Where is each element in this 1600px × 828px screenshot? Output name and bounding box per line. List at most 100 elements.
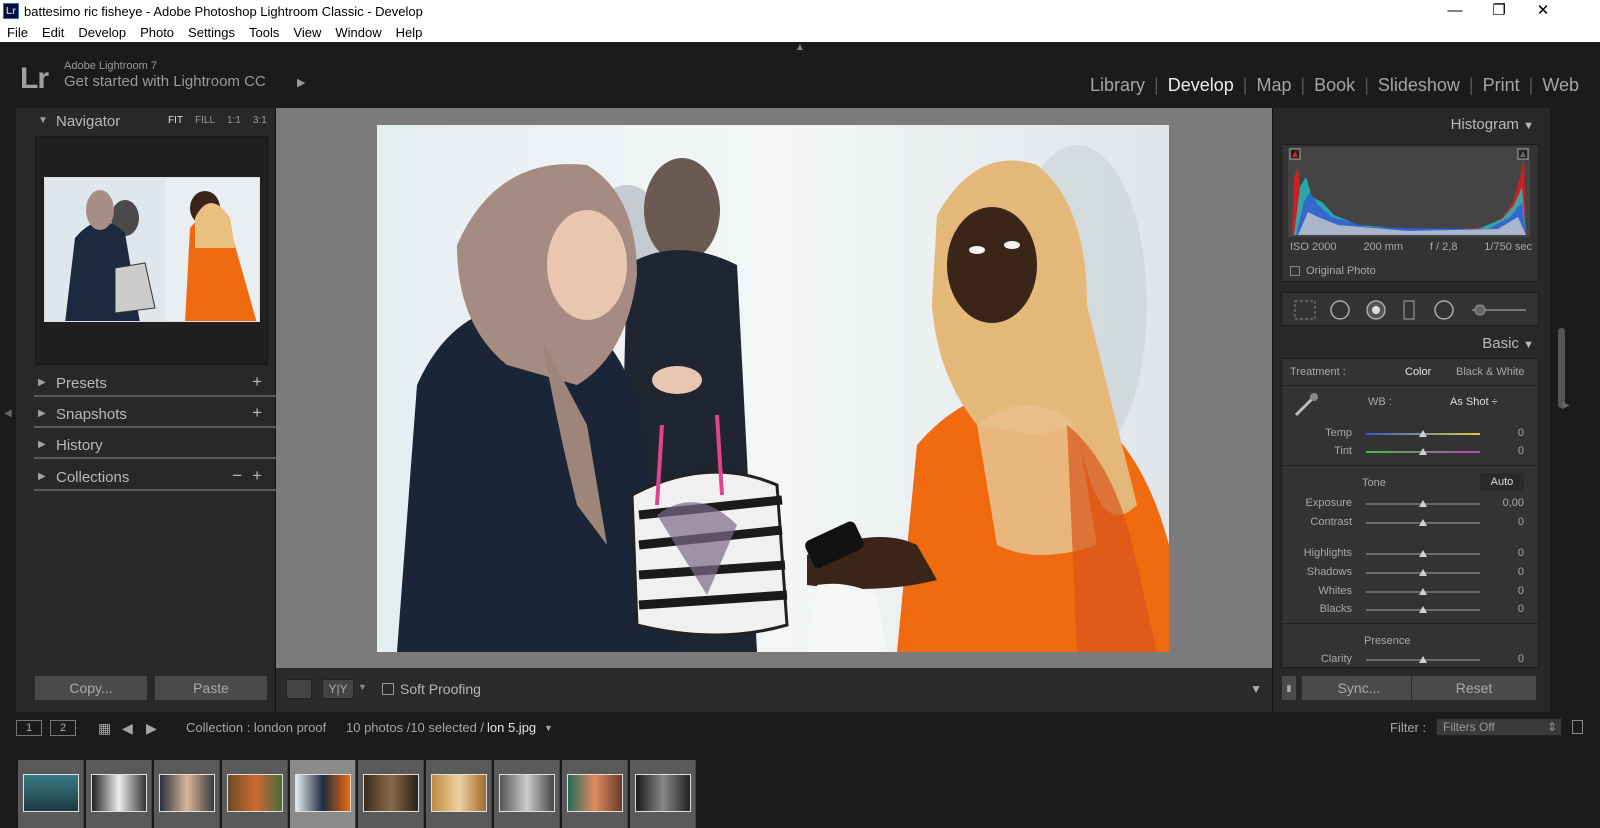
- menu-develop[interactable]: Develop: [71, 22, 133, 42]
- navigator-header[interactable]: ▼ Navigator FITFILL1:13:1⇕: [16, 108, 287, 136]
- menu-view[interactable]: View: [286, 22, 328, 42]
- expand-triangle-icon[interactable]: ▶: [38, 377, 46, 388]
- whites-value[interactable]: 0: [1494, 585, 1524, 597]
- menu-photo[interactable]: Photo: [133, 22, 181, 42]
- filmstrip-cell-selected[interactable]: [290, 760, 356, 828]
- add-preset-icon[interactable]: +: [252, 372, 262, 392]
- zoom-3-1[interactable]: 3:1: [253, 115, 267, 126]
- menu-tools[interactable]: Tools: [242, 22, 286, 42]
- filter-stepper-icon[interactable]: ⇕: [1547, 719, 1557, 735]
- copy-button[interactable]: Copy...: [34, 675, 148, 701]
- back-arrow-icon[interactable]: ◀: [122, 720, 133, 737]
- module-develop[interactable]: Develop: [1159, 75, 1243, 96]
- collapse-top-icon[interactable]: ▲: [795, 42, 805, 53]
- adjustment-brush-icon[interactable]: [1470, 299, 1530, 321]
- highlights-slider-knob[interactable]: [1419, 550, 1427, 557]
- graduated-filter-icon[interactable]: [1396, 299, 1422, 321]
- treatment-bw-button[interactable]: Black & White: [1456, 366, 1524, 378]
- filter-lock-icon[interactable]: [1572, 720, 1583, 734]
- grid-view-icon[interactable]: ▦: [98, 720, 111, 737]
- history-header[interactable]: ▶ History: [16, 432, 276, 460]
- zoom-fill[interactable]: FILL: [195, 115, 215, 126]
- add-snapshot-icon[interactable]: +: [252, 403, 262, 423]
- collections-header[interactable]: ▶ Collections − +: [16, 464, 276, 492]
- collection-source[interactable]: Collection : london proof: [186, 720, 326, 735]
- left-panel-toggle[interactable]: ◀: [0, 108, 16, 724]
- expand-triangle-icon[interactable]: ▶: [38, 408, 46, 419]
- right-panel-scrollbar[interactable]: [1558, 328, 1565, 408]
- temp-slider-knob[interactable]: [1419, 430, 1427, 437]
- filmstrip-cell[interactable]: [18, 760, 84, 828]
- radial-filter-icon[interactable]: [1432, 299, 1458, 321]
- main-photo[interactable]: [377, 125, 1169, 652]
- forward-arrow-icon[interactable]: ▶: [146, 720, 157, 737]
- shadows-slider-knob[interactable]: [1419, 569, 1427, 576]
- add-collection-icon[interactable]: +: [252, 466, 262, 486]
- maximize-button[interactable]: ❐: [1476, 0, 1522, 22]
- original-photo-toggle[interactable]: Original Photo: [1290, 265, 1376, 277]
- remove-collection-icon[interactable]: −: [232, 466, 242, 486]
- identity-arrow-icon[interactable]: ▶: [297, 76, 305, 89]
- before-after-button[interactable]: Y|Y: [322, 679, 354, 699]
- toolbar-options-icon[interactable]: ▼: [1250, 682, 1262, 696]
- filter-dropdown[interactable]: Filters Off ⇕: [1436, 718, 1562, 736]
- loupe-view-button[interactable]: [286, 679, 312, 699]
- reset-button[interactable]: Reset: [1411, 675, 1537, 701]
- exposure-value[interactable]: 0,00: [1494, 497, 1524, 509]
- filename-dropdown-icon[interactable]: ▼: [544, 723, 553, 733]
- thumbnail[interactable]: [227, 774, 283, 812]
- basic-header[interactable]: Basic ▼: [1482, 335, 1534, 352]
- module-slideshow[interactable]: Slideshow: [1369, 75, 1469, 96]
- module-print[interactable]: Print: [1474, 75, 1529, 96]
- spot-removal-icon[interactable]: [1328, 299, 1354, 321]
- module-map[interactable]: Map: [1247, 75, 1300, 96]
- histogram-header[interactable]: Histogram ▼: [1451, 116, 1534, 133]
- contrast-slider-knob[interactable]: [1419, 519, 1427, 526]
- paste-button[interactable]: Paste: [154, 675, 268, 701]
- module-web[interactable]: Web: [1533, 75, 1588, 96]
- tint-value[interactable]: 0: [1494, 445, 1524, 457]
- zoom-fit[interactable]: FIT: [168, 115, 183, 126]
- menu-settings[interactable]: Settings: [181, 22, 242, 42]
- thumbnail[interactable]: [635, 774, 691, 812]
- expand-triangle-icon[interactable]: ▶: [38, 439, 46, 450]
- thumbnail[interactable]: [363, 774, 419, 812]
- identity-tagline[interactable]: Get started with Lightroom CC: [64, 73, 266, 90]
- zoom-1-1[interactable]: 1:1: [227, 115, 241, 126]
- secondary-monitor-button[interactable]: 2: [50, 720, 76, 736]
- clarity-value[interactable]: 0: [1494, 653, 1524, 665]
- before-after-dropdown-icon[interactable]: ▼: [358, 682, 367, 692]
- filmstrip-cell[interactable]: [154, 760, 220, 828]
- treatment-color-button[interactable]: Color: [1405, 366, 1431, 378]
- auto-tone-button[interactable]: Auto: [1480, 473, 1524, 491]
- filmstrip-cell[interactable]: [86, 760, 152, 828]
- module-book[interactable]: Book: [1305, 75, 1364, 96]
- tint-slider-knob[interactable]: [1419, 448, 1427, 455]
- contrast-value[interactable]: 0: [1494, 516, 1524, 528]
- navigator-preview[interactable]: [35, 136, 268, 365]
- expand-triangle-icon[interactable]: ▶: [38, 471, 46, 482]
- collapse-triangle-icon[interactable]: ▼: [38, 115, 48, 126]
- close-button[interactable]: ✕: [1520, 0, 1566, 22]
- module-library[interactable]: Library: [1081, 75, 1154, 96]
- original-photo-checkbox[interactable]: [1290, 266, 1300, 277]
- snapshots-header[interactable]: ▶ Snapshots +: [16, 401, 276, 429]
- filmstrip-cell[interactable]: [426, 760, 492, 828]
- menu-edit[interactable]: Edit: [35, 22, 71, 42]
- soft-proofing-checkbox[interactable]: [382, 683, 394, 695]
- filmstrip-cell[interactable]: [494, 760, 560, 828]
- filmstrip-cell[interactable]: [222, 760, 288, 828]
- left-arrow-icon[interactable]: ◀: [4, 408, 12, 419]
- thumbnail[interactable]: [499, 774, 555, 812]
- clarity-slider-knob[interactable]: [1419, 656, 1427, 663]
- blacks-value[interactable]: 0: [1494, 603, 1524, 615]
- filmstrip-cell[interactable]: [630, 760, 696, 828]
- menu-help[interactable]: Help: [389, 22, 430, 42]
- white-balance-eyedropper-icon[interactable]: [1290, 389, 1322, 421]
- temp-value[interactable]: 0: [1494, 427, 1524, 439]
- current-filename[interactable]: lon 5.jpg: [487, 720, 536, 735]
- highlights-value[interactable]: 0: [1494, 547, 1524, 559]
- sync-toggle-button[interactable]: ▮: [1281, 675, 1297, 701]
- thumbnail[interactable]: [567, 774, 623, 812]
- collapse-triangle-icon[interactable]: ▼: [1523, 339, 1534, 351]
